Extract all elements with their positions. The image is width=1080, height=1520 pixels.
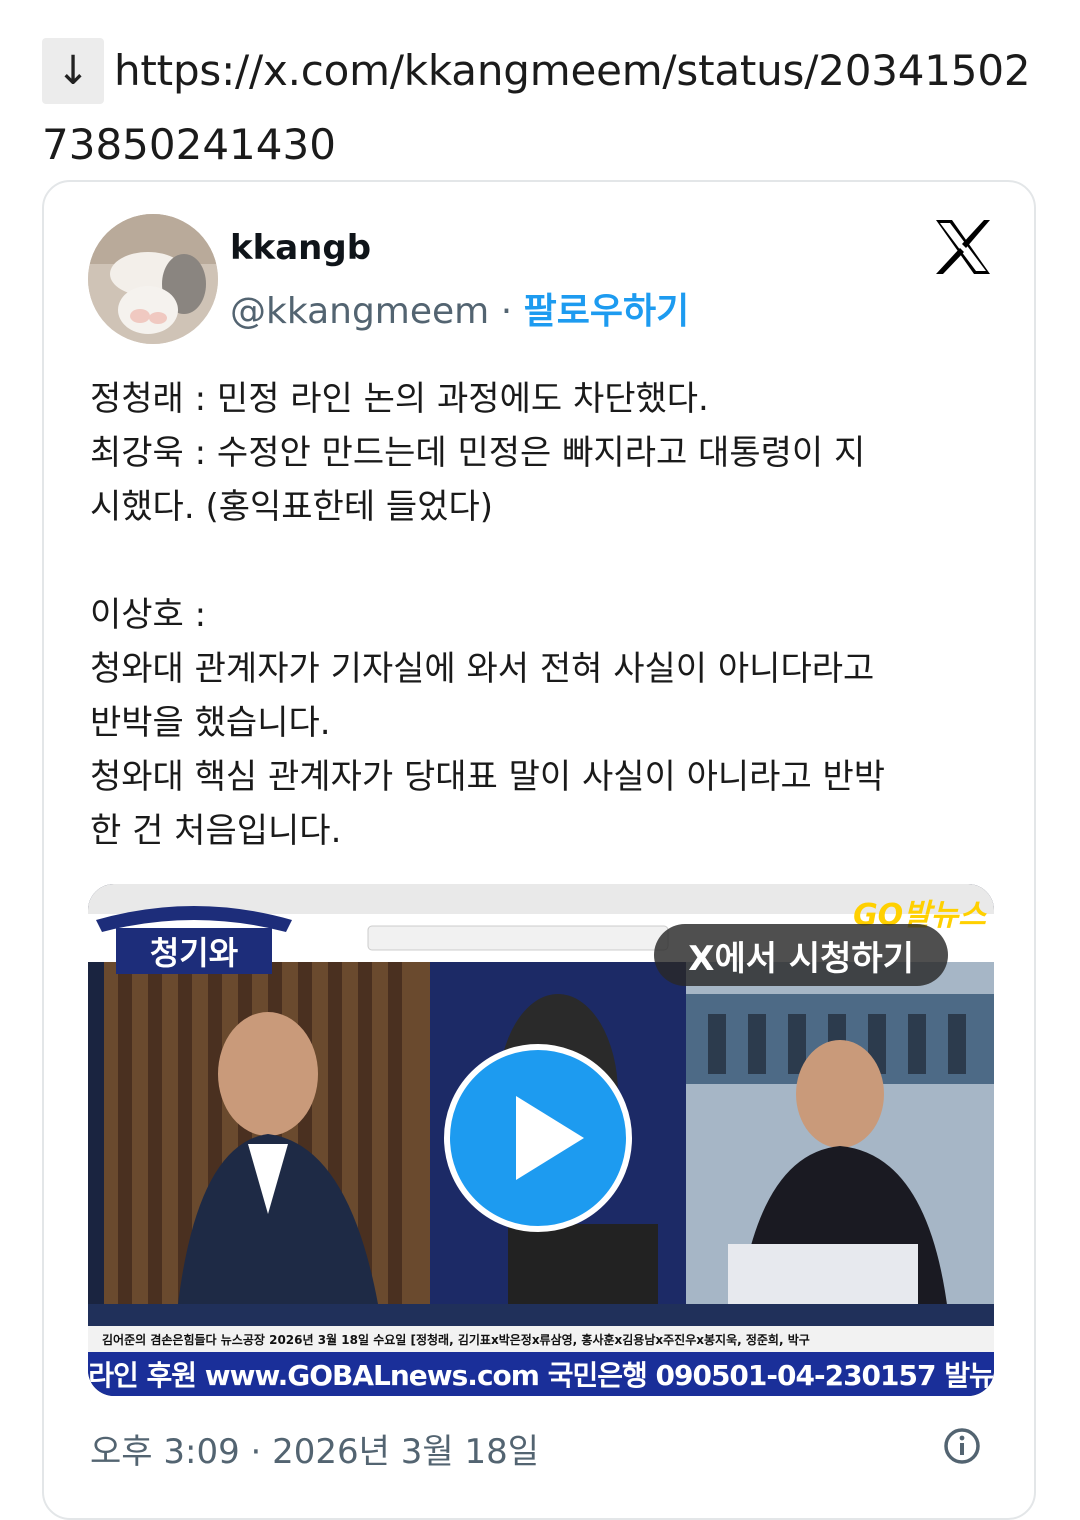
user-handle[interactable]: @kkangmeem <box>230 291 489 332</box>
handle-row: @kkangmeem · 팔로우하기 <box>230 282 689 334</box>
tweet-text: 정청래 : 민정 라인 논의 과정에도 차단했다. 최강욱 : 수정안 만드는데… <box>90 379 886 851</box>
play-icon <box>516 1096 584 1180</box>
info-icon[interactable] <box>942 1426 982 1466</box>
avatar-image <box>88 214 218 344</box>
display-name[interactable]: kkangb <box>230 228 371 268</box>
avatar[interactable] <box>88 214 218 344</box>
video-caption-strip: 김어준의 겸손은힘들다 뉴스공장 2026년 3월 18일 수요일 [정청래, … <box>88 1326 994 1352</box>
channel-logo-text: 청기와 <box>150 934 238 972</box>
tweet-url-line1[interactable]: https://x.com/kkangmeem/status/20341502 <box>114 46 1031 95</box>
separator-dot: · <box>500 291 513 332</box>
download-arrow-icon[interactable]: ↓ <box>42 38 104 104</box>
video-player[interactable]: 청기와 GO발뉴스 X에서 시청하기 김어준의 겸손은힘들다 뉴스공장 2026… <box>88 884 994 1396</box>
play-button[interactable] <box>444 1044 632 1232</box>
tweet-url-line2[interactable]: 73850241430 <box>42 120 336 169</box>
donation-ticker: 온라인 후원 www.GOBALnews.com 국민은행 090501-04-… <box>88 1352 994 1396</box>
follow-button[interactable]: 팔로우하기 <box>524 291 690 332</box>
tweet-embed-card[interactable]: kkangb @kkangmeem · 팔로우하기 정청래 : 민정 라인 논의… <box>42 180 1036 1520</box>
channel-logo: 청기와 <box>96 906 292 974</box>
x-logo-icon[interactable] <box>932 218 994 276</box>
watch-on-x-button[interactable]: X에서 시청하기 <box>654 924 948 986</box>
tweet-timestamp[interactable]: 오후 3:09 · 2026년 3월 18일 <box>90 1424 539 1473</box>
